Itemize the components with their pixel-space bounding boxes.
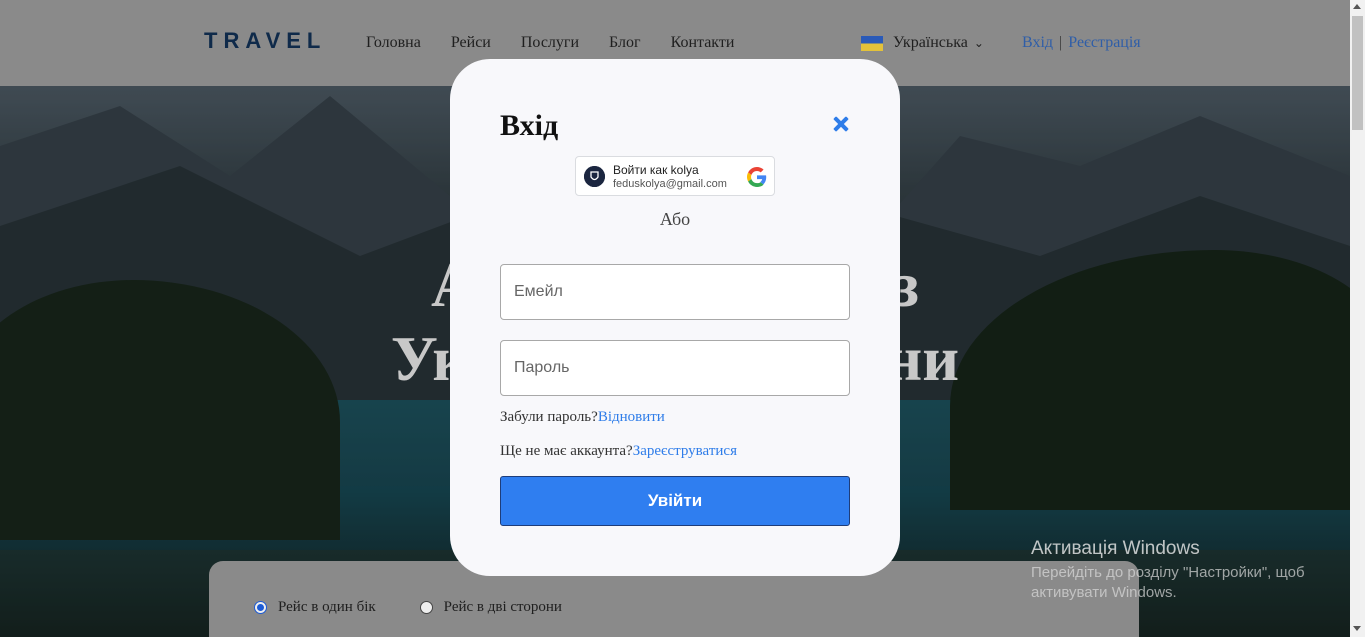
scroll-up-arrow-icon[interactable] (1353, 4, 1361, 9)
nav-flights[interactable]: Рейси (451, 34, 491, 52)
nav-contacts[interactable]: Контакти (671, 34, 735, 52)
radio-round-trip-label: Рейс в дві сторони (443, 599, 562, 615)
watermark-subtitle: Перейдіть до розділу "Настройки", щоб ак… (1031, 564, 1305, 601)
windows-activation-watermark: Активація Windows Перейдіть до розділу "… (1031, 538, 1321, 603)
google-account-email: feduskolya@gmail.com (613, 178, 727, 190)
no-account-row: Ще не має аккаунта?Зареєструватися (500, 443, 737, 460)
modal-title: Вхід (500, 109, 559, 142)
auth-separator: | (1059, 34, 1063, 51)
register-link[interactable]: Реєстрація (1068, 34, 1140, 51)
google-signin-button[interactable]: Войти как kolya feduskolya@gmail.com (575, 156, 775, 196)
close-icon[interactable] (830, 113, 852, 135)
password-field[interactable] (500, 340, 850, 396)
forgot-password-text: Забули пароль? (500, 409, 598, 425)
language-label: Українська (893, 34, 968, 51)
nav-blog[interactable]: Блог (609, 34, 641, 52)
nav-services[interactable]: Послуги (521, 34, 579, 52)
register-account-link[interactable]: Зареєструватися (633, 443, 737, 459)
email-field[interactable] (500, 264, 850, 320)
nav-home[interactable]: Головна (366, 34, 421, 52)
login-link[interactable]: Вхід (1022, 34, 1053, 51)
google-account-label: Войти как kolya (613, 163, 699, 177)
main-nav: Головна Рейси Послуги Блог Контакти (366, 34, 764, 52)
logo[interactable]: TRAVEL (204, 28, 326, 54)
chevron-down-icon: ⌄ (973, 35, 984, 50)
user-avatar (584, 166, 605, 187)
radio-one-way-label: Рейс в один бік (278, 599, 376, 615)
ukraine-flag-icon (861, 35, 883, 51)
scroll-down-arrow-icon[interactable] (1353, 626, 1361, 631)
google-logo-icon (747, 167, 767, 187)
forgot-password-row: Забули пароль?Відновити (500, 409, 665, 426)
watermark-title: Активація Windows (1031, 538, 1200, 559)
radio-indicator[interactable] (419, 601, 433, 614)
radio-indicator-selected[interactable] (254, 601, 267, 614)
radio-round-trip[interactable]: Рейс в дві сторони (419, 599, 562, 616)
page-scrollbar[interactable] (1350, 0, 1365, 637)
restore-password-link[interactable]: Відновити (598, 409, 665, 425)
no-account-text: Ще не має аккаунта? (500, 443, 633, 459)
trip-type-options: Рейс в один бік Рейс в дві сторони (254, 599, 606, 616)
language-selector[interactable]: Українська ⌄ (861, 34, 984, 52)
login-modal: Вхід Войти как kolya feduskolya@gmail.co… (450, 59, 900, 576)
radio-one-way[interactable]: Рейс в один бік (254, 599, 376, 616)
scrollbar-thumb[interactable] (1352, 16, 1363, 130)
or-divider: Або (659, 209, 691, 229)
login-submit-button[interactable]: Увійти (500, 476, 850, 526)
auth-links: Вхід | Реєстрація (1022, 34, 1141, 52)
